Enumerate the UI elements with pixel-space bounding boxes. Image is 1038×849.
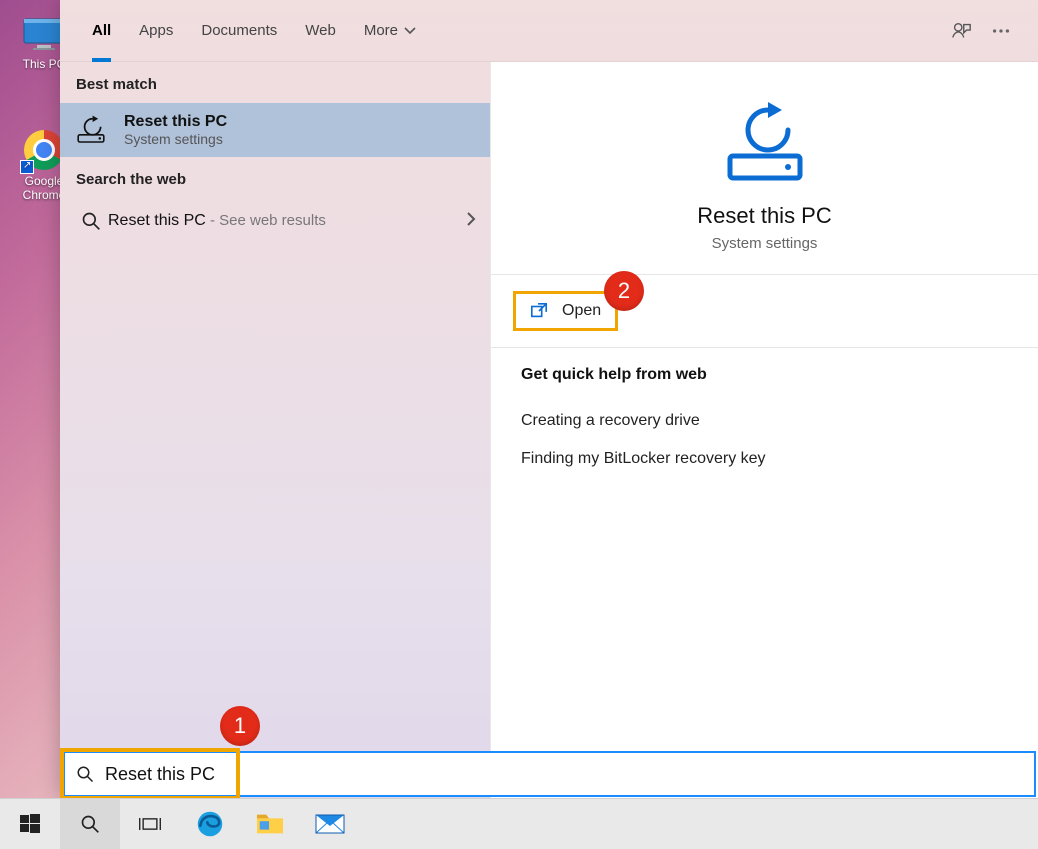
- annotation-badge-1: 1: [220, 706, 260, 746]
- search-web-header: Search the web: [60, 157, 490, 198]
- web-result-item[interactable]: Reset this PC - See web results: [60, 198, 490, 243]
- tab-label: Documents: [201, 22, 277, 39]
- detail-column: Reset this PC System settings Open: [490, 62, 1038, 798]
- help-section: Get quick help from web Creating a recov…: [491, 348, 1038, 496]
- task-view-button[interactable]: [120, 799, 180, 849]
- mail-icon: [315, 812, 345, 836]
- task-view-icon: [138, 814, 162, 834]
- help-header: Get quick help from web: [521, 366, 1008, 384]
- best-match-header: Best match: [60, 62, 490, 103]
- tab-label: Apps: [139, 22, 173, 39]
- search-icon: [80, 814, 100, 834]
- search-icon: [81, 211, 101, 231]
- detail-title: Reset this PC: [511, 203, 1018, 229]
- chevron-right-icon: [466, 210, 476, 231]
- open-icon: [530, 302, 548, 320]
- tab-web[interactable]: Web: [291, 0, 350, 62]
- results-column: Best match Reset this PC System settings: [60, 62, 490, 798]
- panel-body: Best match Reset this PC System settings: [60, 62, 1038, 798]
- action-row: Open: [491, 275, 1038, 347]
- folder-icon: [256, 812, 284, 836]
- web-result-title: Reset this PC: [108, 212, 206, 229]
- recovery-drive-large-icon: [720, 102, 810, 182]
- annotation-number: 1: [234, 713, 246, 739]
- chevron-down-icon: [404, 25, 416, 37]
- edge-icon: [196, 810, 224, 838]
- annotation-badge-2: 2: [604, 271, 644, 311]
- search-tabs: All Apps Documents Web More: [60, 0, 1038, 62]
- tab-all[interactable]: All: [78, 0, 125, 62]
- detail-subtitle: System settings: [511, 235, 1018, 252]
- taskbar-app-explorer[interactable]: [240, 799, 300, 849]
- monitor-icon: [23, 18, 65, 50]
- result-subtitle: System settings: [124, 131, 227, 147]
- annotation-number: 2: [618, 278, 630, 304]
- tab-label: All: [92, 22, 111, 39]
- start-search-panel: All Apps Documents Web More: [60, 0, 1038, 798]
- search-input[interactable]: [105, 753, 1034, 795]
- taskbar-search-box[interactable]: [63, 751, 1036, 797]
- tab-apps[interactable]: Apps: [125, 0, 187, 62]
- tab-label: More: [364, 22, 398, 39]
- detail-hero: Reset this PC System settings: [491, 62, 1038, 274]
- more-icon[interactable]: [990, 20, 1012, 42]
- shortcut-arrow-icon: [20, 160, 34, 174]
- result-reset-this-pc[interactable]: Reset this PC System settings: [60, 103, 490, 157]
- tab-more[interactable]: More: [350, 0, 430, 62]
- web-result-suffix: - See web results: [206, 212, 326, 229]
- recovery-drive-icon: [75, 115, 107, 145]
- taskbar: [0, 798, 1038, 849]
- start-button[interactable]: [0, 799, 60, 849]
- open-button[interactable]: Open: [513, 291, 618, 331]
- result-title: Reset this PC: [124, 113, 227, 131]
- windows-icon: [20, 814, 40, 834]
- open-button-label: Open: [562, 302, 601, 320]
- taskbar-app-edge[interactable]: [180, 799, 240, 849]
- search-button[interactable]: [60, 799, 120, 849]
- tab-documents[interactable]: Documents: [187, 0, 291, 62]
- chrome-icon: [24, 130, 64, 170]
- help-link-recovery-drive[interactable]: Creating a recovery drive: [521, 402, 1008, 440]
- feedback-icon[interactable]: [950, 20, 972, 42]
- search-icon: [65, 765, 105, 783]
- tab-label: Web: [305, 22, 336, 39]
- help-link-bitlocker[interactable]: Finding my BitLocker recovery key: [521, 440, 1008, 478]
- taskbar-app-mail[interactable]: [300, 799, 360, 849]
- desktop-background: This PC Google Chrome All Apps Documents…: [0, 0, 1038, 849]
